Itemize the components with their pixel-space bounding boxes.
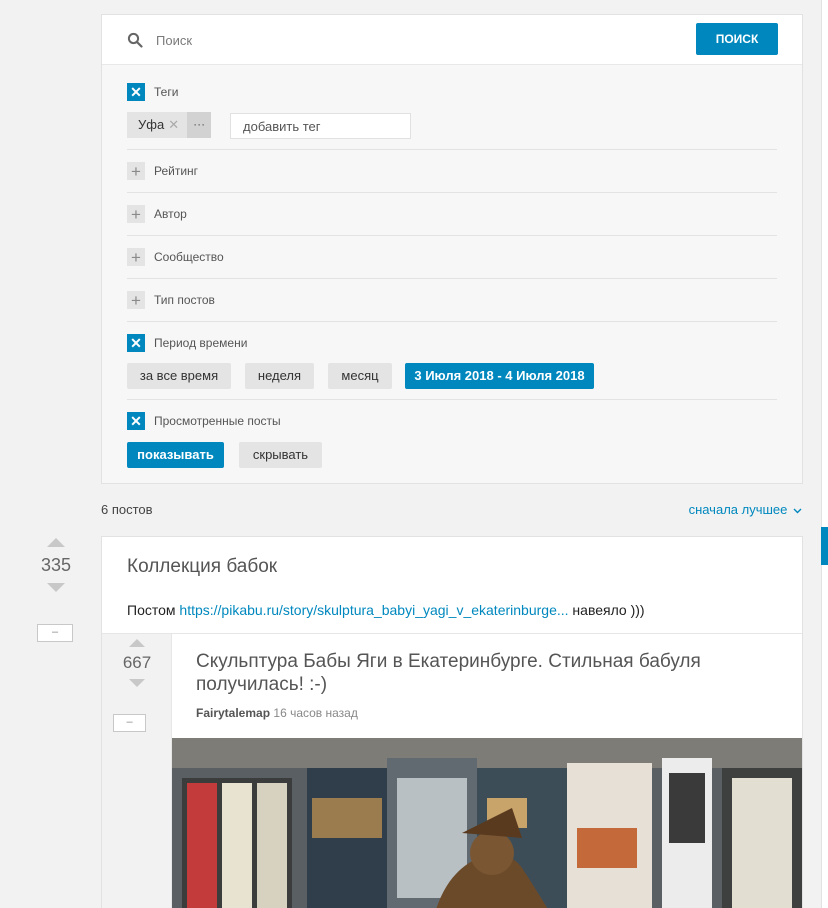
post-rating: 335 bbox=[36, 538, 76, 592]
viewed-label: Просмотренные посты bbox=[154, 414, 281, 428]
post-author[interactable]: Fairytalemap bbox=[196, 706, 270, 720]
author-section[interactable]: + Автор bbox=[127, 205, 777, 223]
hide-viewed-button[interactable]: скрывать bbox=[239, 442, 322, 468]
divider bbox=[127, 149, 777, 150]
downvote-icon[interactable] bbox=[129, 679, 145, 687]
post-title[interactable]: Коллекция бабок bbox=[127, 556, 277, 578]
hide-post-button[interactable]: – bbox=[37, 624, 73, 642]
filters-area: ✕ Теги Уфа✕ ··· + Рейтинг + Автор bbox=[102, 65, 802, 483]
right-sidebar-accent bbox=[821, 527, 828, 565]
search-panel: ПОИСК ✕ Теги Уфа✕ ··· + Рейтинг + bbox=[101, 14, 803, 484]
community-section[interactable]: + Сообщество bbox=[127, 248, 777, 266]
search-row: ПОИСК bbox=[102, 15, 802, 65]
community-label: Сообщество bbox=[154, 250, 224, 264]
search-icon bbox=[127, 32, 143, 48]
tag-more-button[interactable]: ··· bbox=[187, 112, 212, 138]
post-card: Коллекция бабок Постом https://pikabu.ru… bbox=[101, 536, 803, 908]
divider bbox=[127, 399, 777, 400]
period-section: ✕ Период времени bbox=[127, 334, 777, 352]
divider bbox=[127, 235, 777, 236]
tag-chip-name: Уфа ✕ bbox=[127, 112, 188, 138]
upvote-icon[interactable] bbox=[47, 538, 65, 547]
rating-label: Рейтинг bbox=[154, 164, 199, 178]
embedded-post-meta: Fairytalemap 16 часов назад bbox=[196, 706, 358, 720]
post-text-prefix: Постом bbox=[127, 602, 176, 618]
post-text-suffix: навеяло ))) bbox=[572, 602, 645, 618]
divider bbox=[127, 192, 777, 193]
period-custom-range-button[interactable]: 3 Июля 2018 - 4 Июля 2018 bbox=[405, 363, 594, 389]
post-image[interactable] bbox=[172, 738, 802, 908]
embedded-rating-rail: 667 – bbox=[102, 634, 172, 908]
divider bbox=[127, 321, 777, 322]
results-count: 6 постов bbox=[101, 502, 153, 517]
plus-icon[interactable]: + bbox=[127, 162, 145, 180]
period-all-time-button[interactable]: за все время bbox=[127, 363, 231, 389]
show-viewed-button[interactable]: показывать bbox=[127, 442, 224, 468]
chevron-down-icon bbox=[793, 508, 802, 514]
plus-icon[interactable]: + bbox=[127, 248, 145, 266]
plus-icon[interactable]: + bbox=[127, 291, 145, 309]
embedded-score: 667 bbox=[122, 653, 152, 672]
search-button[interactable]: ПОИСК bbox=[696, 23, 778, 55]
period-checkbox[interactable]: ✕ bbox=[127, 334, 145, 352]
post-score: 335 bbox=[40, 555, 72, 575]
post-type-label: Тип постов bbox=[154, 293, 215, 307]
tag-chip: Уфа ✕ ··· bbox=[127, 112, 212, 138]
embedded-post-title[interactable]: Скульптура Бабы Яги в Екатеринбурге. Сти… bbox=[196, 650, 796, 696]
divider bbox=[127, 278, 777, 279]
add-tag-input[interactable] bbox=[230, 113, 411, 139]
embedded-post: 667 – Скульптура Бабы Яги в Екатеринбург… bbox=[102, 633, 802, 908]
tags-section: ✕ Теги bbox=[127, 83, 777, 101]
author-label: Автор bbox=[154, 207, 187, 221]
period-month-button[interactable]: месяц bbox=[328, 363, 392, 389]
hide-post-button[interactable]: – bbox=[113, 714, 146, 732]
right-sidebar-edge bbox=[821, 0, 828, 908]
period-label: Период времени bbox=[154, 336, 248, 350]
sort-dropdown[interactable]: сначала лучшее bbox=[689, 502, 802, 517]
post-type-section[interactable]: + Тип постов bbox=[127, 291, 777, 309]
post-text: Постом https://pikabu.ru/story/skulptura… bbox=[127, 602, 645, 618]
tags-label: Теги bbox=[154, 85, 179, 99]
viewed-section: ✕ Просмотренные посты bbox=[127, 412, 777, 430]
post-link[interactable]: https://pikabu.ru/story/skulptura_babyi_… bbox=[179, 602, 568, 618]
rating-section[interactable]: + Рейтинг bbox=[127, 162, 777, 180]
downvote-icon[interactable] bbox=[47, 583, 65, 592]
tag-remove-icon[interactable]: ✕ bbox=[168, 117, 179, 132]
period-week-button[interactable]: неделя bbox=[245, 363, 314, 389]
upvote-icon[interactable] bbox=[129, 639, 145, 647]
plus-icon[interactable]: + bbox=[127, 205, 145, 223]
post-time: 16 часов назад bbox=[273, 706, 358, 720]
search-input[interactable] bbox=[156, 29, 676, 51]
viewed-checkbox[interactable]: ✕ bbox=[127, 412, 145, 430]
embedded-rating: 667 bbox=[112, 639, 162, 687]
post-image-illustration bbox=[172, 738, 802, 908]
tags-checkbox[interactable]: ✕ bbox=[127, 83, 145, 101]
sort-label: сначала лучшее bbox=[688, 502, 788, 517]
